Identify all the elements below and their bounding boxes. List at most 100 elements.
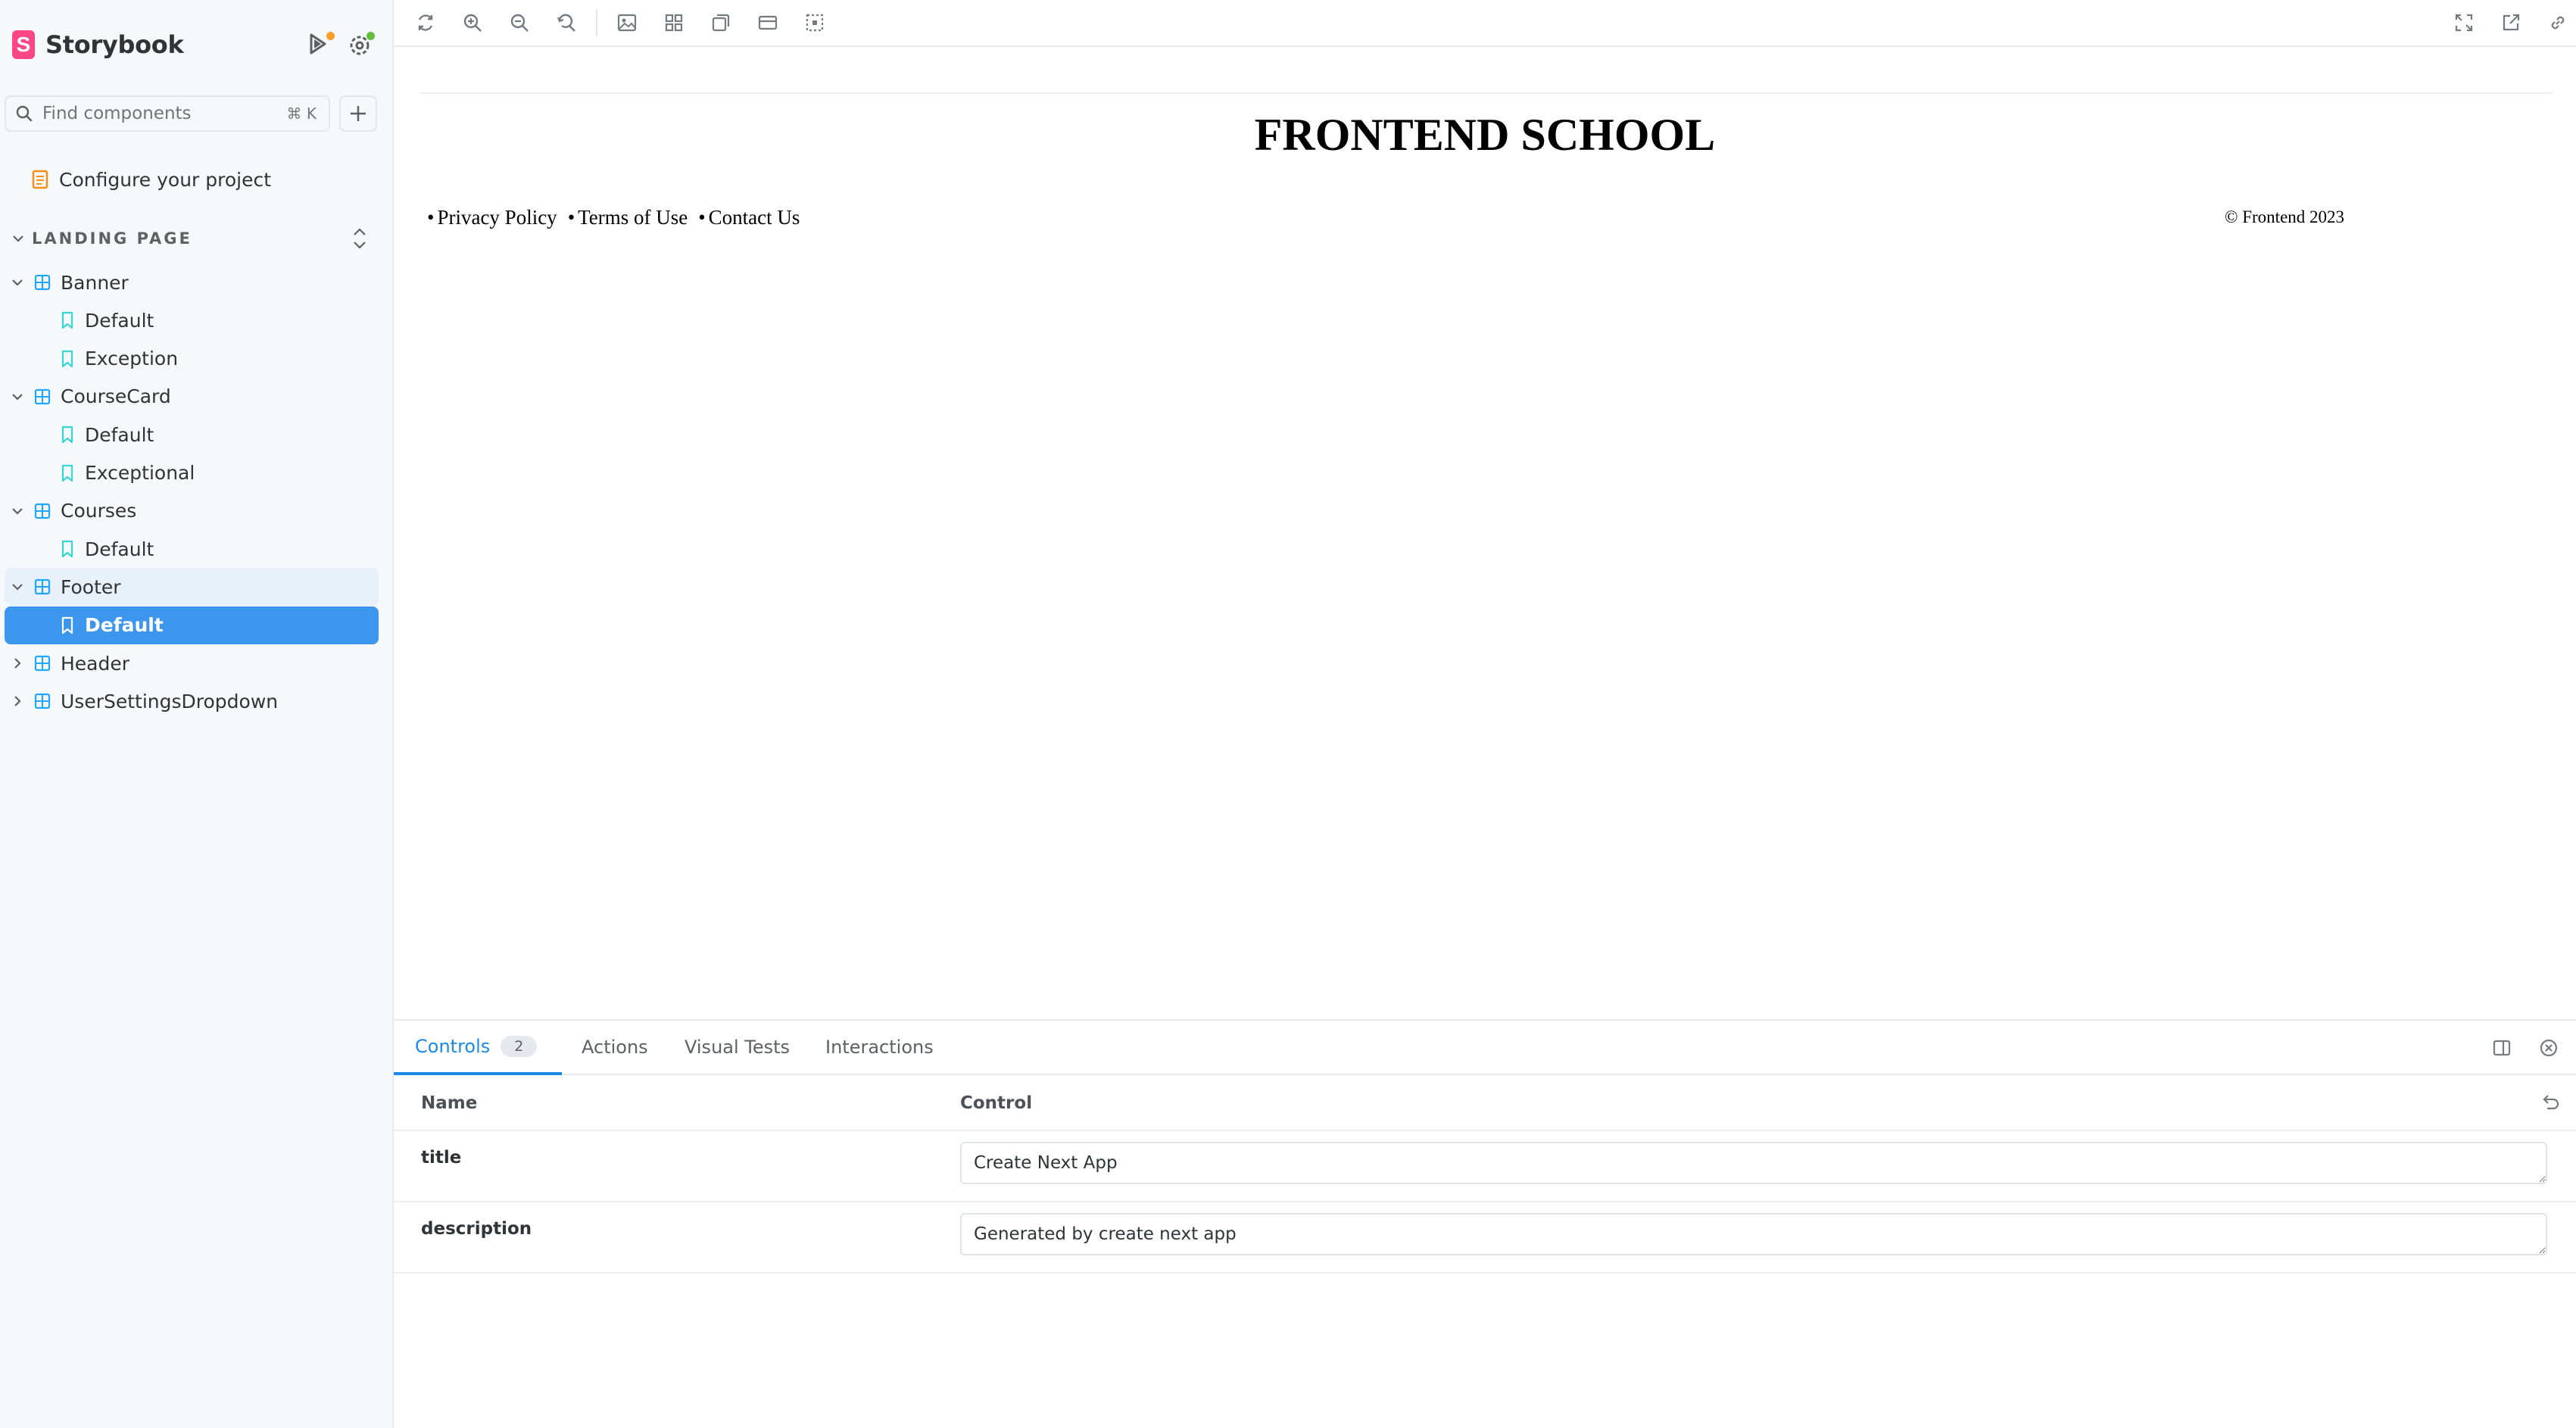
sidebar-story-default[interactable]: Default	[5, 606, 379, 644]
control-name: description	[421, 1219, 532, 1239]
footer-link-terms[interactable]: • Terms of Use	[568, 206, 688, 229]
control-row-description: description Generated by create next app	[394, 1202, 2576, 1274]
sidebar-story-exception[interactable]: Exception	[5, 340, 379, 378]
sidebar-story-exceptional[interactable]: Exceptional	[5, 454, 379, 492]
sidebar-item-label: Footer	[61, 575, 121, 598]
tab-controls[interactable]: Controls 2	[394, 1021, 562, 1075]
configure-label: Configure your project	[59, 168, 272, 191]
sidebar-item-header[interactable]: Header	[5, 644, 379, 682]
sidebar-item-banner[interactable]: Banner	[5, 263, 379, 301]
component-icon	[34, 503, 51, 519]
search-input[interactable]	[41, 103, 271, 124]
bookmark-icon	[61, 540, 73, 558]
toolbar-separator	[596, 9, 597, 36]
tab-interactions[interactable]: Interactions	[825, 1021, 934, 1074]
bookmark-icon	[61, 426, 73, 444]
sidebar-item-label: Courses	[61, 500, 137, 522]
brand-name: Storybook	[45, 30, 184, 59]
settings-icon[interactable]	[345, 29, 376, 59]
group-label: LANDING PAGE	[32, 229, 192, 248]
footer-top-border	[419, 92, 2553, 94]
chevron-down-icon	[12, 279, 23, 286]
tab-controls-label: Controls	[415, 1036, 491, 1057]
sidebar-item-courses[interactable]: Courses	[5, 492, 379, 530]
footer-link-contact[interactable]: • Contact Us	[698, 206, 800, 229]
sidebar-item-usersettingsdropdown[interactable]: UserSettingsDropdown	[5, 682, 379, 720]
chevron-right-icon	[14, 696, 21, 707]
chevron-down-icon	[12, 508, 23, 515]
tab-actions[interactable]: Actions	[582, 1021, 648, 1074]
addons-panel: Controls 2 Actions Visual Tests Interact…	[394, 1019, 2576, 1428]
bookmark-icon	[61, 616, 73, 634]
sidebar-story-default[interactable]: Default	[5, 416, 379, 454]
zoom-out-icon[interactable]	[504, 8, 535, 38]
bookmark-icon	[61, 312, 73, 329]
close-icon[interactable]	[2534, 1033, 2564, 1063]
sidebar-item-label: Header	[61, 652, 130, 675]
footer-link-privacy[interactable]: • Privacy Policy	[427, 206, 557, 229]
sidebar-item-footer[interactable]: Footer	[5, 568, 379, 606]
sidebar-item-label: Default	[85, 538, 154, 560]
create-story-button[interactable]	[339, 95, 377, 132]
search-icon	[16, 105, 33, 122]
chevron-down-icon	[12, 584, 23, 591]
bookmark-icon	[61, 464, 73, 482]
play-icon[interactable]	[304, 29, 335, 59]
footer-links: • Privacy Policy • Terms of Use • Contact U…	[427, 206, 810, 229]
outline-icon[interactable]	[800, 8, 830, 38]
grid-icon[interactable]	[659, 8, 689, 38]
chevron-right-icon	[14, 658, 21, 669]
preview-toolbar	[394, 0, 2576, 47]
tab-visual-tests[interactable]: Visual Tests	[685, 1021, 790, 1074]
sidebar-item-label: Exception	[85, 348, 179, 370]
zoom-reset-icon[interactable]	[551, 8, 582, 38]
reset-controls-icon[interactable]	[2540, 1092, 2561, 1113]
description-control-input[interactable]: Generated by create next app	[960, 1213, 2547, 1255]
sidebar-item-coursecard[interactable]: CourseCard	[5, 378, 379, 416]
bookmark-icon	[61, 350, 73, 367]
site-title: FRONTEND SCHOOL	[1254, 110, 1716, 160]
document-icon	[32, 170, 48, 189]
control-name: title	[421, 1148, 462, 1168]
plus-icon	[351, 106, 366, 121]
fullscreen-icon[interactable]	[2449, 8, 2479, 38]
zoom-in-icon[interactable]	[457, 8, 488, 38]
controls-table-header: Name Control	[394, 1075, 2576, 1131]
copy-link-icon[interactable]	[2543, 8, 2573, 38]
storybook-logo[interactable]: S Storybook	[12, 27, 184, 62]
expand-collapse-icon[interactable]	[348, 226, 371, 251]
background-image-icon[interactable]	[612, 8, 642, 38]
measure-icon[interactable]	[753, 8, 783, 38]
story-preview: FRONTEND SCHOOL • Privacy Policy • Terms o…	[394, 47, 2576, 1019]
component-icon	[34, 579, 51, 595]
storybook-icon: S	[12, 30, 35, 59]
copyright-text: © Frontend 2023	[2225, 207, 2345, 226]
remount-icon[interactable]	[410, 8, 441, 38]
addon-tabs: Controls 2 Actions Visual Tests Interact…	[394, 1021, 2576, 1075]
chevron-down-icon	[12, 394, 23, 401]
title-control-input[interactable]: Create Next App	[960, 1142, 2547, 1184]
sidebar-item-label: Default	[85, 614, 164, 637]
configure-project-link[interactable]: Configure your project	[5, 161, 379, 198]
column-name-header: Name	[421, 1093, 478, 1113]
sidebar-item-label: Default	[85, 309, 154, 332]
panel-orientation-icon[interactable]	[2487, 1033, 2517, 1063]
component-icon	[34, 388, 51, 404]
group-landing-page[interactable]: LANDING PAGE	[12, 226, 379, 251]
sidebar-story-default[interactable]: Default	[5, 301, 379, 339]
sidebar: S Storybook ⌘ K Configure your project L…	[0, 0, 394, 1428]
component-icon	[34, 694, 51, 709]
column-control-header: Control	[960, 1093, 1033, 1113]
sidebar-story-default[interactable]: Default	[5, 530, 379, 568]
sidebar-item-label: UserSettingsDropdown	[61, 690, 279, 712]
sidebar-item-label: Banner	[61, 271, 129, 294]
component-icon	[34, 655, 51, 672]
controls-count-badge: 2	[501, 1036, 538, 1057]
sidebar-item-label: CourseCard	[61, 385, 171, 408]
open-new-tab-icon[interactable]	[2496, 8, 2526, 38]
search-shortcut: ⌘ K	[286, 104, 317, 123]
search-field[interactable]: ⌘ K	[5, 95, 330, 132]
control-row-title: title Create Next App	[394, 1131, 2576, 1202]
sidebar-item-label: Exceptional	[85, 462, 195, 484]
viewport-icon[interactable]	[706, 8, 736, 38]
